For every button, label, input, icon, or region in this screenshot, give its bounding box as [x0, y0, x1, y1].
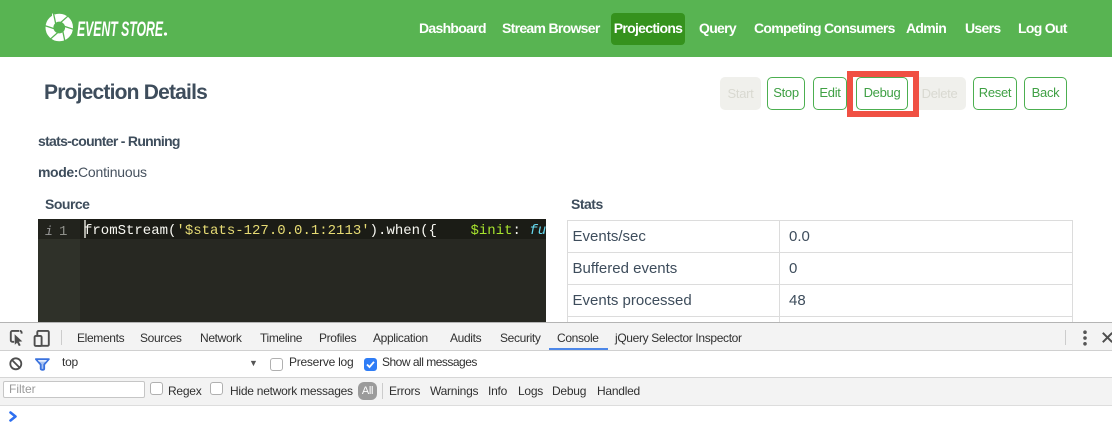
svg-text:EVENT STORE: EVENT STORE [77, 17, 163, 41]
